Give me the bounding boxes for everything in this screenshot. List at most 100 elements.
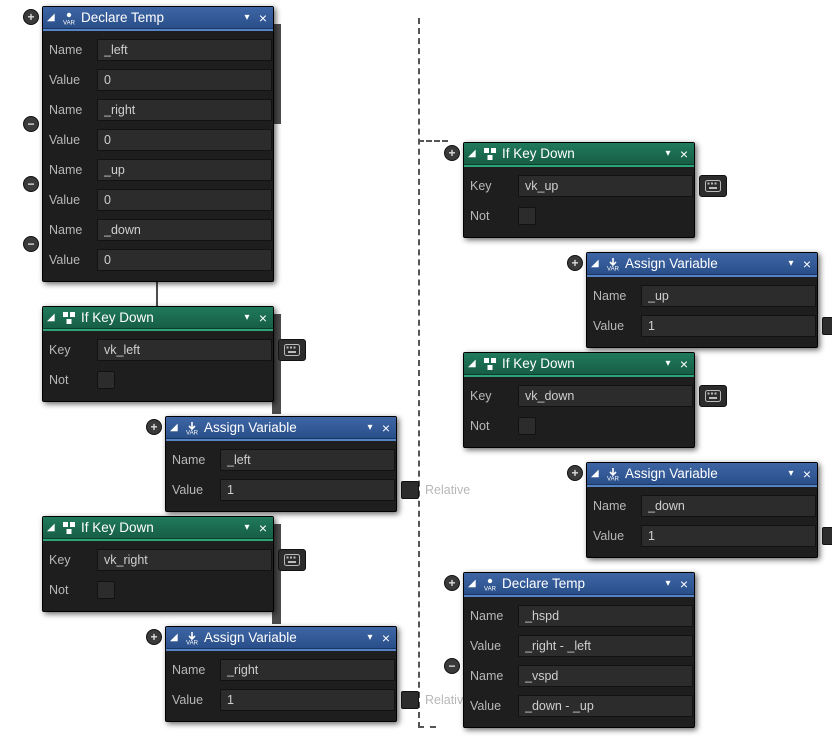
block-header[interactable]: ◢ VAR Assign Variable ▾ × — [166, 417, 396, 439]
close-icon[interactable]: × — [257, 521, 269, 535]
value-input[interactable] — [97, 129, 272, 151]
value-input[interactable] — [641, 315, 816, 337]
value-input[interactable] — [518, 635, 693, 657]
block-title: If Key Down — [502, 356, 658, 371]
add-button[interactable]: + — [567, 465, 583, 481]
relative-checkbox[interactable] — [401, 691, 419, 709]
block-header[interactable]: ◢ VAR Assign Variable ▾ × — [166, 627, 396, 649]
name-input[interactable] — [220, 449, 395, 471]
value-input[interactable] — [97, 69, 272, 91]
not-checkbox[interactable] — [97, 371, 115, 389]
dropdown-icon[interactable]: ▾ — [365, 422, 375, 433]
remove-button[interactable]: − — [23, 176, 39, 192]
close-icon[interactable]: × — [380, 631, 392, 645]
dropdown-icon[interactable]: ▾ — [786, 468, 796, 479]
not-checkbox[interactable] — [97, 581, 115, 599]
block-if-key-down[interactable]: ◢ If Key Down ▾ × Key Not — [463, 142, 695, 238]
block-assign-variable[interactable]: ◢ VAR Assign Variable ▾ × Name ValueRela… — [165, 416, 397, 512]
relative-checkbox[interactable] — [822, 317, 832, 335]
dropdown-icon[interactable]: ▾ — [242, 312, 252, 323]
block-header[interactable]: ◢ VAR Declare Temp ▾ × — [43, 7, 273, 29]
dropdown-icon[interactable]: ▾ — [786, 258, 796, 269]
keyboard-button[interactable] — [699, 175, 727, 197]
name-input[interactable] — [220, 659, 395, 681]
close-icon[interactable]: × — [678, 357, 690, 371]
dropdown-icon[interactable]: ▾ — [242, 522, 252, 533]
block-header[interactable]: ◢ If Key Down ▾ × — [464, 353, 694, 375]
remove-button[interactable]: − — [23, 236, 39, 252]
name-input[interactable] — [97, 39, 272, 61]
add-button[interactable]: + — [444, 145, 460, 161]
collapse-icon[interactable]: ◢ — [47, 312, 57, 323]
block-header[interactable]: ◢ VAR Assign Variable ▾ × — [587, 463, 817, 485]
name-input[interactable] — [641, 495, 816, 517]
collapse-icon[interactable]: ◢ — [170, 632, 180, 643]
block-if-key-down[interactable]: ◢ If Key Down ▾ × Key Not — [42, 306, 274, 402]
block-assign-variable[interactable]: ◢ VAR Assign Variable ▾ × Name ValueRela… — [165, 626, 397, 722]
close-icon[interactable]: × — [801, 257, 813, 271]
dropdown-icon[interactable]: ▾ — [663, 358, 673, 369]
name-input[interactable] — [518, 665, 693, 687]
block-title: If Key Down — [502, 146, 658, 161]
key-input[interactable] — [97, 339, 272, 361]
value-input[interactable] — [97, 249, 272, 271]
block-if-key-down[interactable]: ◢ If Key Down ▾ × Key Not — [463, 352, 695, 448]
name-input[interactable] — [641, 285, 816, 307]
close-icon[interactable]: × — [678, 147, 690, 161]
relative-checkbox[interactable] — [401, 481, 419, 499]
collapse-icon[interactable]: ◢ — [170, 422, 180, 433]
remove-button[interactable]: − — [23, 116, 39, 132]
close-icon[interactable]: × — [801, 467, 813, 481]
block-declare-temp[interactable]: ◢ VAR Declare Temp ▾ × Name Value Name V… — [463, 572, 695, 728]
name-input[interactable] — [97, 99, 272, 121]
add-button[interactable]: + — [567, 255, 583, 271]
key-input[interactable] — [518, 175, 693, 197]
block-declare-temp[interactable]: ◢ VAR Declare Temp ▾ × Name Value Name V… — [42, 6, 274, 282]
dropdown-icon[interactable]: ▾ — [663, 148, 673, 159]
not-checkbox[interactable] — [518, 417, 536, 435]
collapse-icon[interactable]: ◢ — [47, 12, 57, 23]
block-header[interactable]: ◢ If Key Down ▾ × — [464, 143, 694, 165]
add-button[interactable]: + — [146, 629, 162, 645]
collapse-icon[interactable]: ◢ — [47, 522, 57, 533]
keyboard-button[interactable] — [699, 385, 727, 407]
add-button[interactable]: + — [23, 9, 39, 25]
close-icon[interactable]: × — [380, 421, 392, 435]
block-assign-variable[interactable]: ◢ VAR Assign Variable ▾ × Name ValueRela… — [586, 252, 818, 348]
collapse-icon[interactable]: ◢ — [468, 578, 478, 589]
block-if-key-down[interactable]: ◢ If Key Down ▾ × Key Not — [42, 516, 274, 612]
key-input[interactable] — [518, 385, 693, 407]
value-input[interactable] — [641, 525, 816, 547]
collapse-icon[interactable]: ◢ — [468, 358, 478, 369]
add-button[interactable]: + — [444, 575, 460, 591]
block-header[interactable]: ◢ VAR Declare Temp ▾ × — [464, 573, 694, 595]
block-header[interactable]: ◢ If Key Down ▾ × — [43, 307, 273, 329]
name-input[interactable] — [518, 605, 693, 627]
close-icon[interactable]: × — [257, 311, 269, 325]
dropdown-icon[interactable]: ▾ — [242, 12, 252, 23]
name-input[interactable] — [97, 219, 272, 241]
dropdown-icon[interactable]: ▾ — [663, 578, 673, 589]
name-input[interactable] — [97, 159, 272, 181]
relative-checkbox[interactable] — [822, 527, 832, 545]
keyboard-button[interactable] — [278, 339, 306, 361]
block-header[interactable]: ◢ VAR Assign Variable ▾ × — [587, 253, 817, 275]
value-input[interactable] — [220, 479, 395, 501]
collapse-icon[interactable]: ◢ — [591, 258, 601, 269]
keyboard-button[interactable] — [278, 549, 306, 571]
add-button[interactable]: + — [146, 419, 162, 435]
not-checkbox[interactable] — [518, 207, 536, 225]
key-input[interactable] — [97, 549, 272, 571]
value-input[interactable] — [220, 689, 395, 711]
collapse-icon[interactable]: ◢ — [468, 148, 478, 159]
close-icon[interactable]: × — [678, 577, 690, 591]
field-label: Name — [470, 669, 512, 683]
remove-button[interactable]: − — [444, 658, 460, 674]
dropdown-icon[interactable]: ▾ — [365, 632, 375, 643]
block-header[interactable]: ◢ If Key Down ▾ × — [43, 517, 273, 539]
close-icon[interactable]: × — [257, 11, 269, 25]
collapse-icon[interactable]: ◢ — [591, 468, 601, 479]
value-input[interactable] — [518, 695, 693, 717]
value-input[interactable] — [97, 189, 272, 211]
block-assign-variable[interactable]: ◢ VAR Assign Variable ▾ × Name ValueRela… — [586, 462, 818, 558]
